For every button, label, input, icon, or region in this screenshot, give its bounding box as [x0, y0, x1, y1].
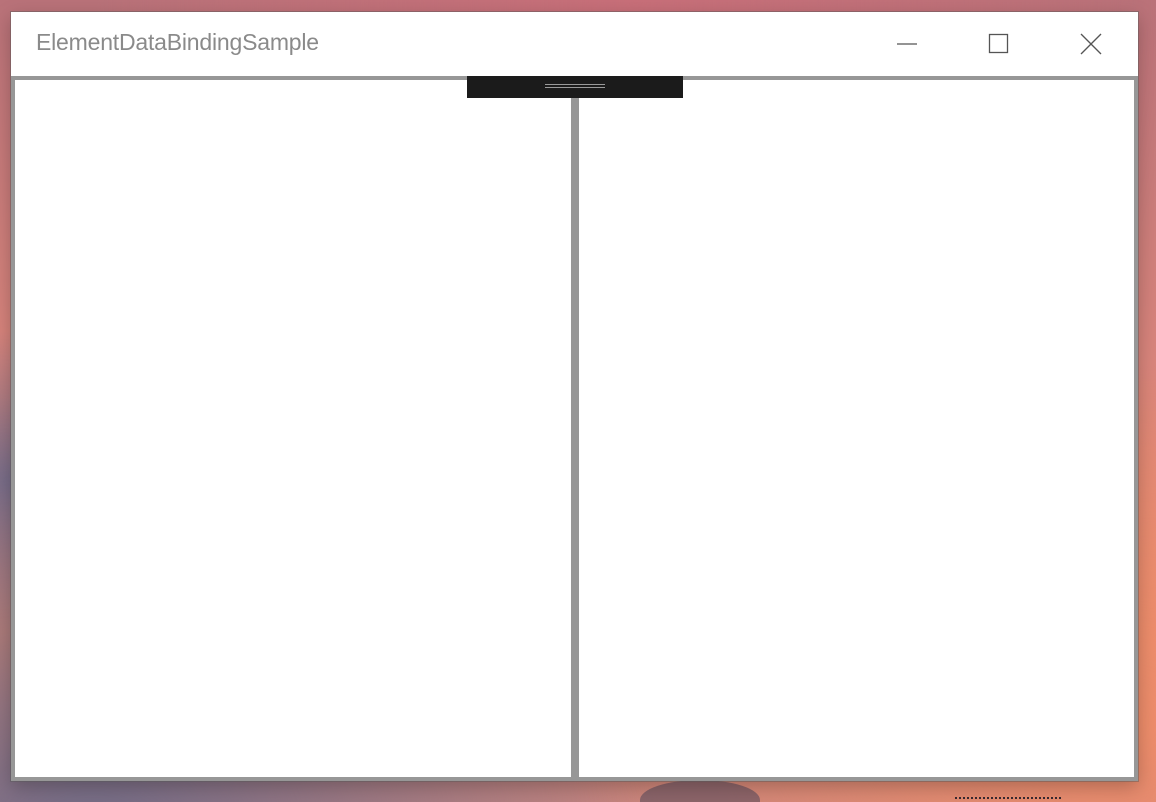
content-area [11, 76, 1138, 781]
maximize-button[interactable] [953, 12, 1045, 76]
left-pane[interactable] [15, 80, 571, 777]
maximize-icon [988, 33, 1009, 54]
close-icon [1080, 33, 1102, 55]
title-bar[interactable]: ElementDataBindingSample [11, 12, 1138, 76]
right-pane[interactable] [579, 80, 1134, 777]
minimize-icon [897, 43, 917, 45]
close-button[interactable] [1045, 12, 1137, 76]
drag-grip-icon [545, 84, 605, 85]
splitter-handle[interactable] [467, 76, 683, 98]
drag-grip-line [545, 87, 605, 88]
app-window: ElementDataBindingSample [11, 12, 1138, 781]
window-title: ElementDataBindingSample [36, 29, 319, 55]
pane-splitter[interactable] [571, 80, 579, 777]
minimize-button[interactable] [861, 12, 953, 76]
taskbar-edge [955, 797, 1061, 799]
desktop-wallpaper-detail [640, 780, 760, 802]
